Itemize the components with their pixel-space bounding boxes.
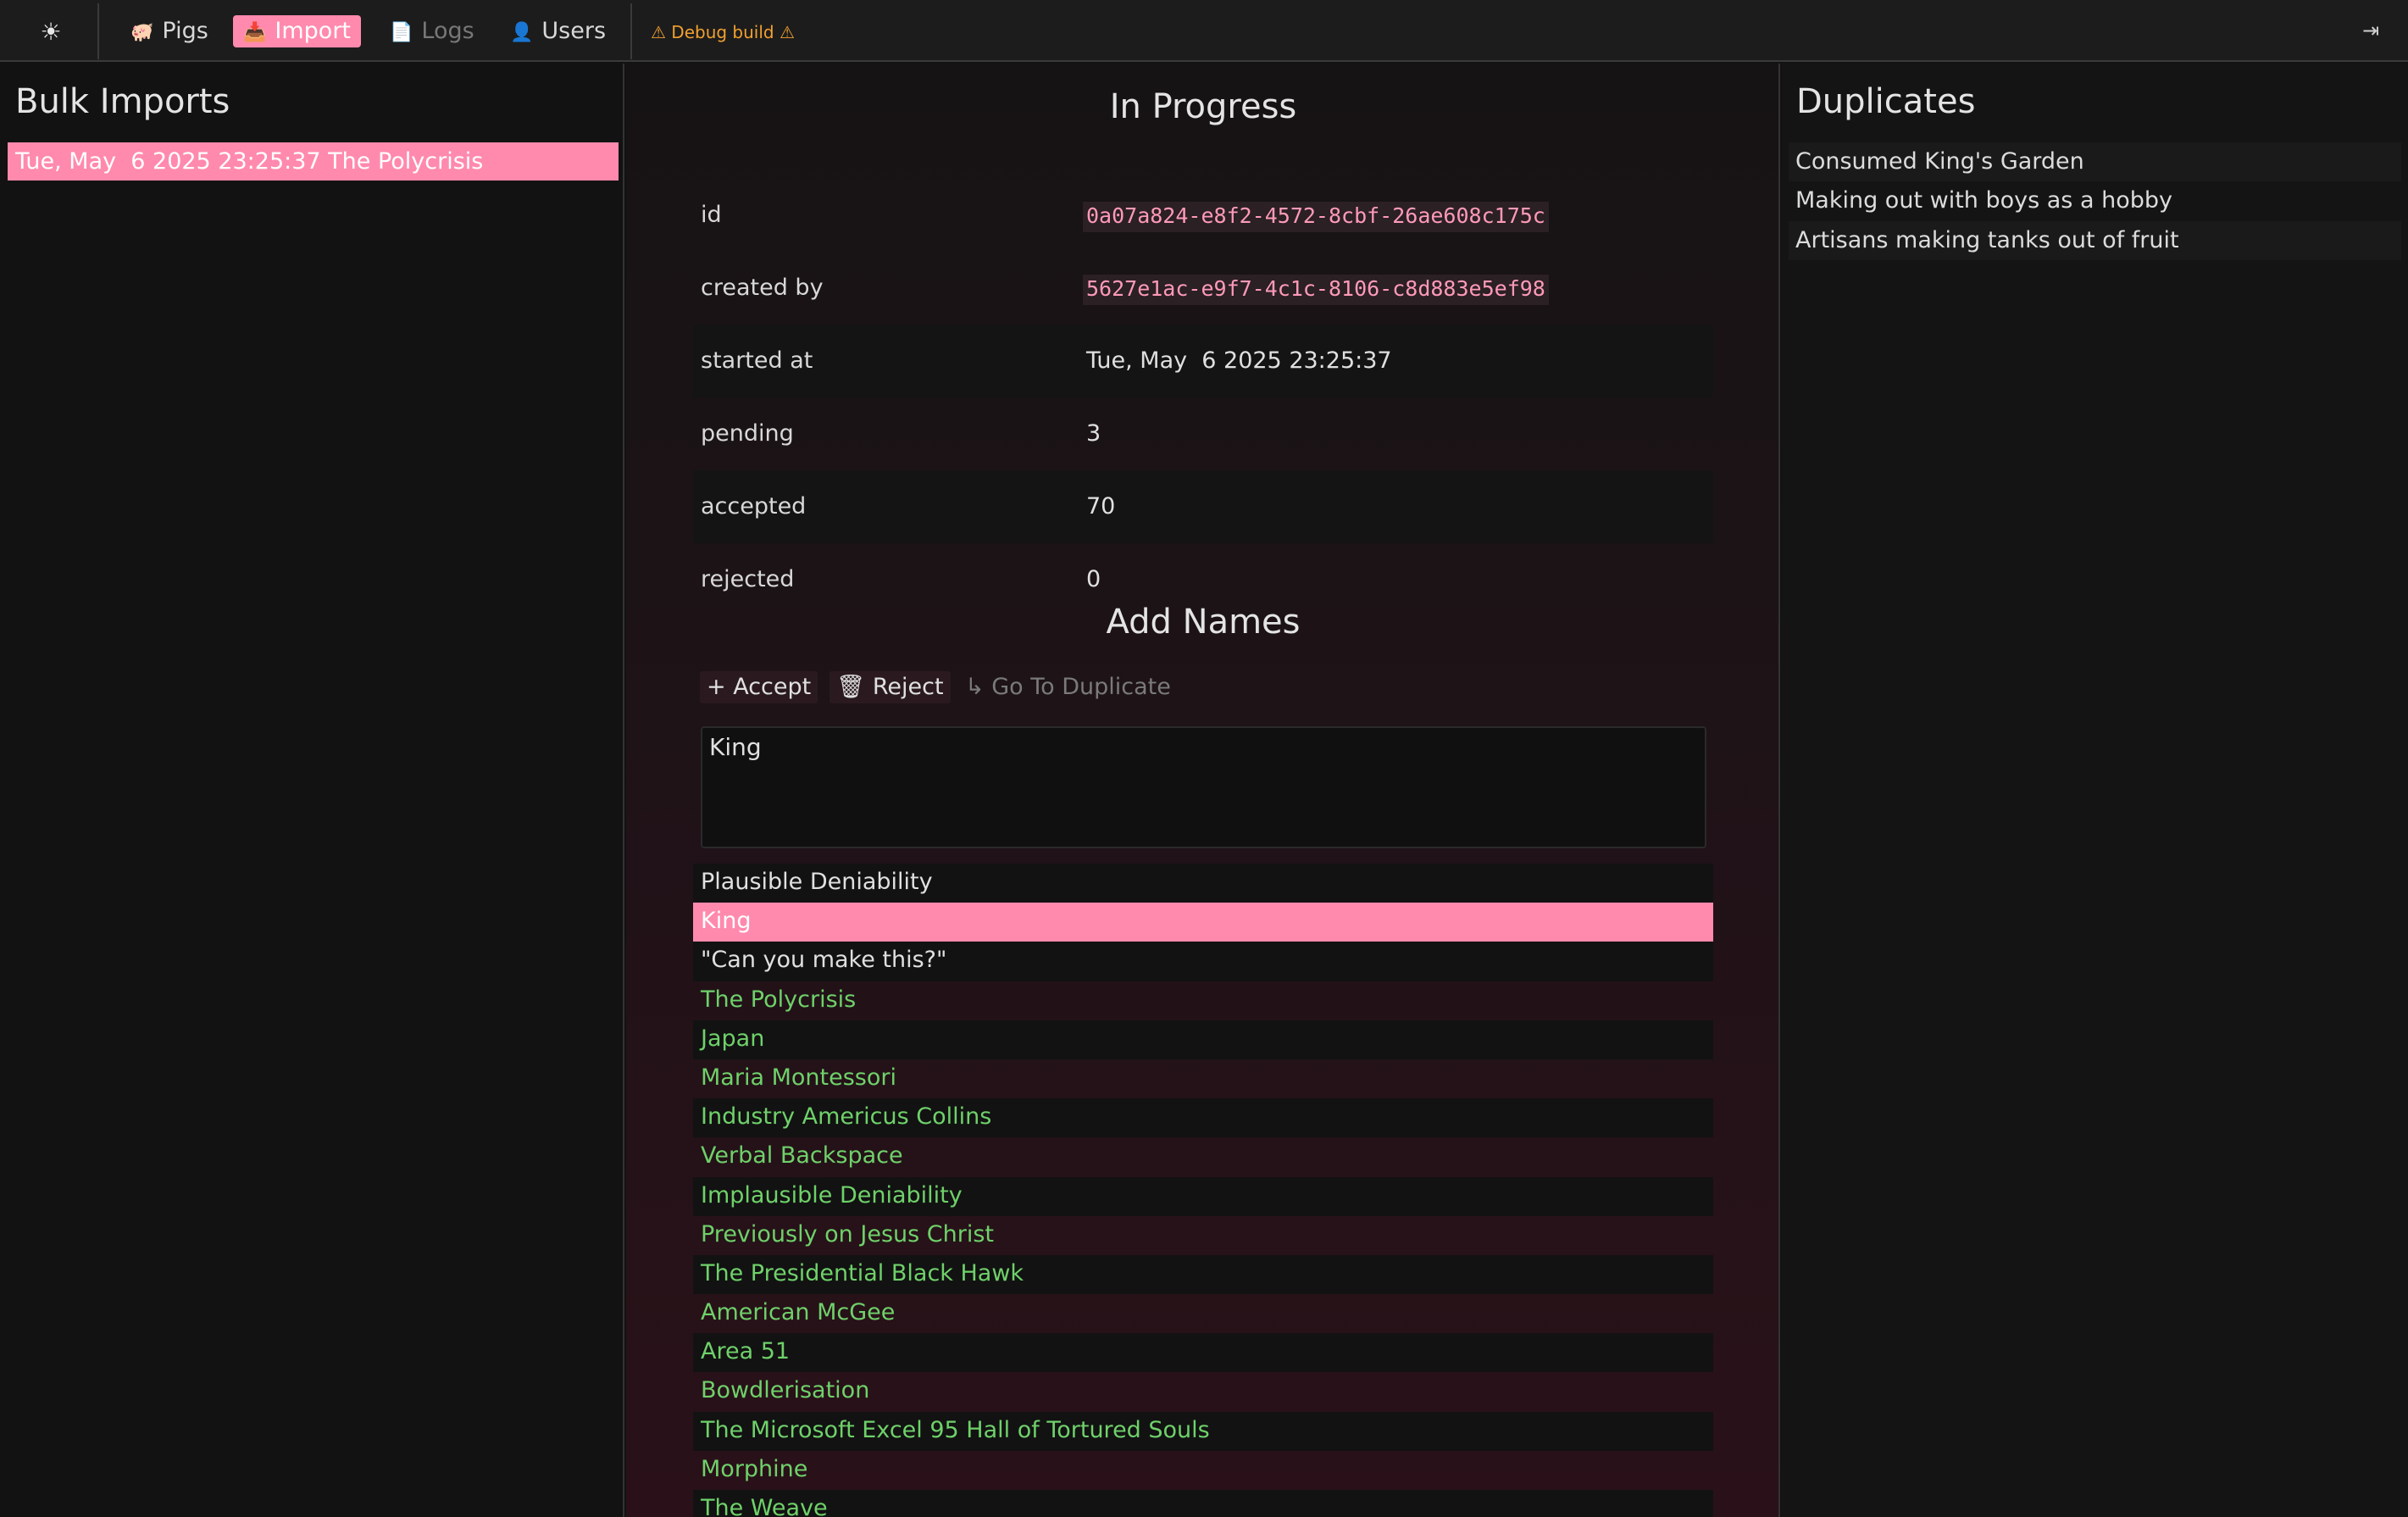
import-icon: 📥 bbox=[243, 22, 267, 43]
field-key: accepted bbox=[701, 493, 807, 520]
names-list: Plausible Deniability King "Can you make t… bbox=[693, 864, 1713, 1517]
nav-item-users[interactable]: 👤 Users bbox=[500, 15, 616, 47]
name-list-item[interactable]: Plausible Deniability bbox=[693, 864, 1713, 903]
duplicate-list-item[interactable]: Consumed King's Garden bbox=[1789, 142, 2401, 182]
name-list-item[interactable]: Implausible Deniability bbox=[693, 1176, 1713, 1216]
field-key: started at bbox=[701, 347, 813, 374]
bulk-imports-title: Bulk Imports bbox=[15, 82, 230, 121]
name-list-item[interactable]: Area 51 bbox=[693, 1333, 1713, 1373]
duplicates-panel: Duplicates Consumed King's Garden Making … bbox=[1782, 64, 2408, 1517]
logout-icon[interactable]: ⇥ bbox=[2357, 17, 2384, 44]
nav-divider bbox=[630, 3, 632, 59]
field-key: pending bbox=[701, 420, 794, 447]
nav-item-import[interactable]: 📥 Import bbox=[233, 15, 362, 47]
name-input[interactable]: King bbox=[701, 726, 1706, 848]
field-value: 5627e1ac-e9f7-4c1c-8106-c8d883e5ef98 bbox=[1083, 275, 1549, 305]
nav-item-label: Users bbox=[541, 18, 607, 44]
field-row-accepted: accepted 70 bbox=[693, 470, 1713, 543]
field-row-pending: pending 3 bbox=[693, 397, 1713, 470]
name-list-item[interactable]: The Polycrisis bbox=[693, 981, 1713, 1020]
nav-item-label: Logs bbox=[421, 18, 474, 44]
name-list-item[interactable]: Bowdlerisation bbox=[693, 1372, 1713, 1411]
field-row-started-at: started at Tue, May 6 2025 23:25:37 bbox=[693, 325, 1713, 397]
add-names-title: Add Names bbox=[1106, 603, 1301, 642]
accept-button[interactable]: + Accept bbox=[700, 671, 818, 703]
import-list-item[interactable]: Tue, May 6 2025 23:25:37 The Polycrisis bbox=[8, 142, 619, 181]
name-list-item[interactable]: The Presidential Black Hawk bbox=[693, 1254, 1713, 1295]
nav-divider bbox=[97, 3, 99, 59]
name-list-item[interactable]: American McGee bbox=[693, 1294, 1713, 1333]
field-value: 3 bbox=[1086, 420, 1101, 447]
name-list-item[interactable]: Maria Montessori bbox=[693, 1059, 1713, 1098]
reject-button[interactable]: 🗑 Reject bbox=[829, 671, 951, 703]
field-key: created by bbox=[701, 275, 824, 301]
debug-build-badge: ⚠ Debug build ⚠ bbox=[651, 22, 795, 42]
in-progress-title: In Progress bbox=[1109, 87, 1297, 126]
name-list-item[interactable]: Industry Americus Collins bbox=[693, 1098, 1713, 1138]
field-row-created-by: created by 5627e1ac-e9f7-4c1c-8106-c8d88… bbox=[693, 252, 1713, 325]
duplicates-title: Duplicates bbox=[1796, 82, 1976, 121]
field-value: 70 bbox=[1086, 493, 1116, 520]
bulk-imports-panel: Bulk Imports Tue, May 6 2025 23:25:37 Th… bbox=[0, 64, 624, 1517]
name-list-item[interactable]: The Weave bbox=[693, 1490, 1713, 1517]
users-icon: 👤 bbox=[510, 22, 534, 43]
name-list-item[interactable]: Verbal Backspace bbox=[693, 1137, 1713, 1176]
name-list-item[interactable]: Previously on Jesus Christ bbox=[693, 1216, 1713, 1255]
nav-item-pigs[interactable]: 🐖 Pigs bbox=[120, 15, 219, 47]
field-row-id: id 0a07a824-e8f2-4572-8cbf-26ae608c175c bbox=[693, 179, 1713, 252]
duplicates-list: Consumed King's Garden Making out with bo… bbox=[1789, 142, 2401, 260]
duplicate-list-item[interactable]: Making out with boys as a hobby bbox=[1789, 181, 2401, 220]
name-list-item[interactable]: "Can you make this?" bbox=[693, 942, 1713, 981]
field-value: Tue, May 6 2025 23:25:37 bbox=[1086, 347, 1392, 374]
field-value: 0a07a824-e8f2-4572-8cbf-26ae608c175c bbox=[1083, 202, 1549, 232]
name-list-item[interactable]: King bbox=[693, 903, 1713, 942]
pig-icon: 🐖 bbox=[130, 22, 154, 43]
name-list-item[interactable]: Morphine bbox=[693, 1451, 1713, 1490]
nav-item-logs[interactable]: 📄 Logs bbox=[380, 15, 485, 47]
go-to-duplicate-button[interactable]: ↳ Go To Duplicate bbox=[958, 671, 1178, 703]
name-list-item[interactable]: The Microsoft Excel 95 Hall of Tortured … bbox=[693, 1411, 1713, 1451]
nav-item-label: Pigs bbox=[162, 18, 208, 44]
logs-icon: 📄 bbox=[390, 22, 413, 43]
name-list-item[interactable]: Japan bbox=[693, 1020, 1713, 1059]
sun-icon[interactable]: ☀ bbox=[34, 15, 68, 49]
top-nav: ☀ 🐖 Pigs 📥 Import 📄 Logs 👤 Users ⚠ Debug bui… bbox=[0, 0, 2408, 62]
field-key: id bbox=[701, 202, 722, 228]
import-detail-panel: In Progress id 0a07a824-e8f2-4572-8cbf-2… bbox=[626, 64, 1780, 1517]
nav-item-label: Import bbox=[275, 18, 352, 44]
duplicate-list-item[interactable]: Artisans making tanks out of fruit bbox=[1789, 220, 2401, 260]
